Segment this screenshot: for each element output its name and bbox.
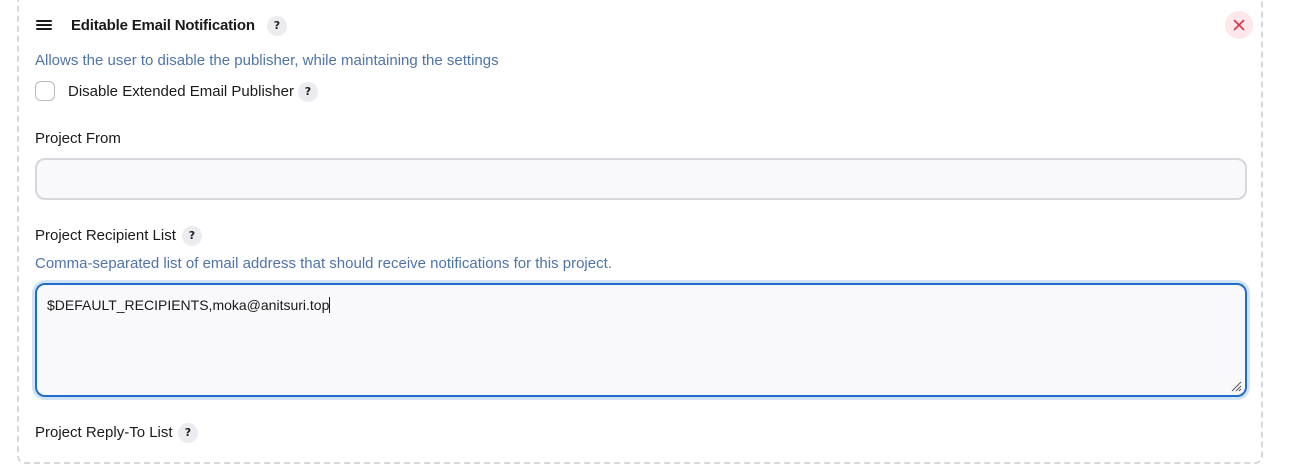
disable-publisher-label[interactable]: Disable Extended Email Publisher	[68, 82, 294, 102]
project-from-input[interactable]	[35, 158, 1247, 200]
project-recipient-list-description: Comma-separated list of email address th…	[35, 255, 612, 272]
project-reply-to-list-label: Project Reply-To List	[35, 424, 173, 441]
disable-publisher-description: Allows the user to disable the publisher…	[35, 52, 499, 69]
project-reply-to-list-help-icon[interactable]: ?	[178, 423, 198, 443]
section-help-icon[interactable]: ?	[267, 16, 287, 36]
project-recipient-list-textarea[interactable]: $DEFAULT_RECIPIENTS,moka@anitsuri.top	[35, 283, 1247, 397]
project-from-label: Project From	[35, 130, 121, 147]
drag-handle-icon[interactable]	[36, 20, 52, 31]
close-button[interactable]	[1225, 11, 1253, 39]
project-recipient-list-label: Project Recipient List	[35, 227, 176, 244]
close-icon	[1233, 19, 1245, 31]
project-recipient-list-help-icon[interactable]: ?	[182, 226, 202, 246]
disable-publisher-help-icon[interactable]: ?	[298, 82, 318, 102]
disable-publisher-checkbox[interactable]	[35, 81, 55, 101]
resize-grip-icon[interactable]	[1230, 380, 1242, 392]
text-caret	[329, 297, 331, 313]
section-title: Editable Email Notification	[71, 17, 255, 34]
project-recipient-list-value: $DEFAULT_RECIPIENTS,moka@anitsuri.top	[47, 297, 330, 313]
